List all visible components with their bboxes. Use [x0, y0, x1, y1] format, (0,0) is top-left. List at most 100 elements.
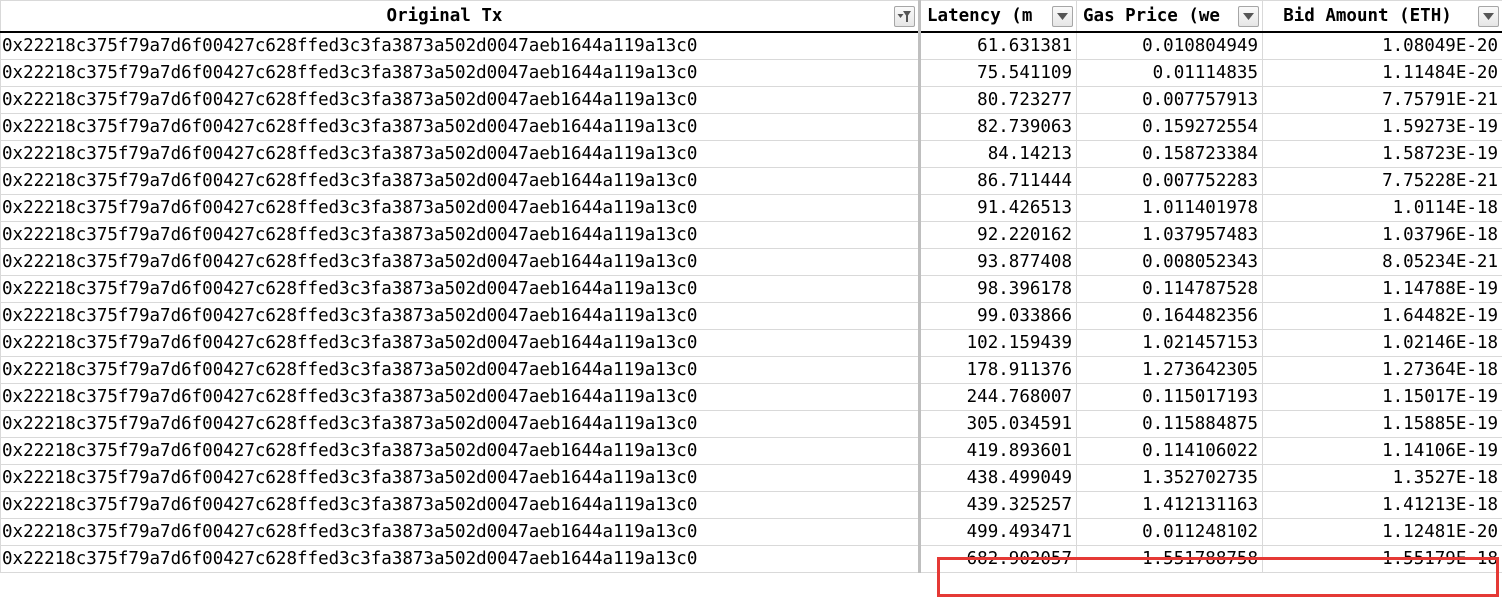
table-row[interactable]: 0x22218c375f79a7d6f00427c628ffed3c3fa387… [1, 168, 1502, 195]
cell-latency[interactable]: 178.911376 [920, 357, 1077, 384]
table-row[interactable]: 0x22218c375f79a7d6f00427c628ffed3c3fa387… [1, 519, 1502, 546]
cell-latency[interactable]: 61.631381 [920, 32, 1077, 60]
cell-latency[interactable]: 99.033866 [920, 303, 1077, 330]
cell-bid-amount[interactable]: 1.27364E-18 [1263, 357, 1502, 384]
column-header-gas-price[interactable]: Gas Price (we [1077, 1, 1263, 33]
cell-bid-amount[interactable]: 1.0114E-18 [1263, 195, 1502, 222]
cell-original-tx[interactable]: 0x22218c375f79a7d6f00427c628ffed3c3fa387… [1, 384, 920, 411]
cell-bid-amount[interactable]: 1.41213E-18 [1263, 492, 1502, 519]
column-header-original-tx[interactable]: Original Tx [1, 1, 920, 33]
table-row[interactable]: 0x22218c375f79a7d6f00427c628ffed3c3fa387… [1, 465, 1502, 492]
table-row[interactable]: 0x22218c375f79a7d6f00427c628ffed3c3fa387… [1, 87, 1502, 114]
cell-bid-amount[interactable]: 1.3527E-18 [1263, 465, 1502, 492]
cell-bid-amount[interactable]: 1.14106E-19 [1263, 438, 1502, 465]
cell-latency[interactable]: 305.034591 [920, 411, 1077, 438]
cell-original-tx[interactable]: 0x22218c375f79a7d6f00427c628ffed3c3fa387… [1, 141, 920, 168]
cell-original-tx[interactable]: 0x22218c375f79a7d6f00427c628ffed3c3fa387… [1, 249, 920, 276]
table-row[interactable]: 0x22218c375f79a7d6f00427c628ffed3c3fa387… [1, 60, 1502, 87]
cell-latency[interactable]: 499.493471 [920, 519, 1077, 546]
table-row[interactable]: 0x22218c375f79a7d6f00427c628ffed3c3fa387… [1, 195, 1502, 222]
cell-bid-amount[interactable]: 1.15885E-19 [1263, 411, 1502, 438]
dropdown-arrow-icon[interactable] [1052, 6, 1073, 27]
table-row[interactable]: 0x22218c375f79a7d6f00427c628ffed3c3fa387… [1, 276, 1502, 303]
cell-latency[interactable]: 93.877408 [920, 249, 1077, 276]
cell-gas-price[interactable]: 1.011401978 [1077, 195, 1263, 222]
cell-bid-amount[interactable]: 1.15017E-19 [1263, 384, 1502, 411]
cell-gas-price[interactable]: 0.01114835 [1077, 60, 1263, 87]
cell-gas-price[interactable]: 0.114106022 [1077, 438, 1263, 465]
cell-gas-price[interactable]: 0.158723384 [1077, 141, 1263, 168]
cell-bid-amount[interactable]: 1.64482E-19 [1263, 303, 1502, 330]
table-row[interactable]: 0x22218c375f79a7d6f00427c628ffed3c3fa387… [1, 492, 1502, 519]
cell-gas-price[interactable]: 1.352702735 [1077, 465, 1263, 492]
cell-gas-price[interactable]: 0.159272554 [1077, 114, 1263, 141]
cell-latency[interactable]: 439.325257 [920, 492, 1077, 519]
table-row[interactable]: 0x22218c375f79a7d6f00427c628ffed3c3fa387… [1, 546, 1502, 573]
column-header-latency[interactable]: Latency (m [920, 1, 1077, 33]
cell-original-tx[interactable]: 0x22218c375f79a7d6f00427c628ffed3c3fa387… [1, 411, 920, 438]
cell-original-tx[interactable]: 0x22218c375f79a7d6f00427c628ffed3c3fa387… [1, 32, 920, 60]
cell-bid-amount[interactable]: 1.59273E-19 [1263, 114, 1502, 141]
cell-bid-amount[interactable]: 1.08049E-20 [1263, 32, 1502, 60]
cell-original-tx[interactable]: 0x22218c375f79a7d6f00427c628ffed3c3fa387… [1, 438, 920, 465]
cell-bid-amount[interactable]: 1.03796E-18 [1263, 222, 1502, 249]
cell-latency[interactable]: 92.220162 [920, 222, 1077, 249]
cell-gas-price[interactable]: 0.164482356 [1077, 303, 1263, 330]
cell-original-tx[interactable]: 0x22218c375f79a7d6f00427c628ffed3c3fa387… [1, 195, 920, 222]
cell-gas-price[interactable]: 0.114787528 [1077, 276, 1263, 303]
cell-gas-price[interactable]: 0.007757913 [1077, 87, 1263, 114]
cell-original-tx[interactable]: 0x22218c375f79a7d6f00427c628ffed3c3fa387… [1, 87, 920, 114]
cell-latency[interactable]: 84.14213 [920, 141, 1077, 168]
cell-bid-amount[interactable]: 1.02146E-18 [1263, 330, 1502, 357]
cell-latency[interactable]: 102.159439 [920, 330, 1077, 357]
cell-original-tx[interactable]: 0x22218c375f79a7d6f00427c628ffed3c3fa387… [1, 492, 920, 519]
dropdown-arrow-icon[interactable] [1478, 6, 1499, 27]
cell-latency[interactable]: 244.768007 [920, 384, 1077, 411]
dropdown-arrow-icon[interactable] [1238, 6, 1259, 27]
cell-original-tx[interactable]: 0x22218c375f79a7d6f00427c628ffed3c3fa387… [1, 276, 920, 303]
cell-bid-amount[interactable]: 8.05234E-21 [1263, 249, 1502, 276]
cell-original-tx[interactable]: 0x22218c375f79a7d6f00427c628ffed3c3fa387… [1, 303, 920, 330]
cell-original-tx[interactable]: 0x22218c375f79a7d6f00427c628ffed3c3fa387… [1, 357, 920, 384]
cell-latency[interactable]: 98.396178 [920, 276, 1077, 303]
cell-latency[interactable]: 75.541109 [920, 60, 1077, 87]
cell-bid-amount[interactable]: 1.55179E-18 [1263, 546, 1502, 573]
cell-bid-amount[interactable]: 1.58723E-19 [1263, 141, 1502, 168]
table-row[interactable]: 0x22218c375f79a7d6f00427c628ffed3c3fa387… [1, 411, 1502, 438]
table-row[interactable]: 0x22218c375f79a7d6f00427c628ffed3c3fa387… [1, 438, 1502, 465]
cell-bid-amount[interactable]: 1.11484E-20 [1263, 60, 1502, 87]
cell-original-tx[interactable]: 0x22218c375f79a7d6f00427c628ffed3c3fa387… [1, 546, 920, 573]
cell-latency[interactable]: 82.739063 [920, 114, 1077, 141]
cell-gas-price[interactable]: 0.115884875 [1077, 411, 1263, 438]
cell-latency[interactable]: 80.723277 [920, 87, 1077, 114]
cell-latency[interactable]: 86.711444 [920, 168, 1077, 195]
cell-original-tx[interactable]: 0x22218c375f79a7d6f00427c628ffed3c3fa387… [1, 465, 920, 492]
cell-original-tx[interactable]: 0x22218c375f79a7d6f00427c628ffed3c3fa387… [1, 222, 920, 249]
cell-original-tx[interactable]: 0x22218c375f79a7d6f00427c628ffed3c3fa387… [1, 114, 920, 141]
cell-gas-price[interactable]: 0.011248102 [1077, 519, 1263, 546]
table-row[interactable]: 0x22218c375f79a7d6f00427c628ffed3c3fa387… [1, 303, 1502, 330]
cell-gas-price[interactable]: 1.037957483 [1077, 222, 1263, 249]
cell-latency[interactable]: 682.902057 [920, 546, 1077, 573]
cell-latency[interactable]: 438.499049 [920, 465, 1077, 492]
cell-gas-price[interactable]: 1.412131163 [1077, 492, 1263, 519]
table-row[interactable]: 0x22218c375f79a7d6f00427c628ffed3c3fa387… [1, 384, 1502, 411]
table-row[interactable]: 0x22218c375f79a7d6f00427c628ffed3c3fa387… [1, 330, 1502, 357]
cell-gas-price[interactable]: 0.008052343 [1077, 249, 1263, 276]
cell-bid-amount[interactable]: 7.75228E-21 [1263, 168, 1502, 195]
column-header-bid-amount[interactable]: Bid Amount (ETH) [1263, 1, 1502, 33]
table-row[interactable]: 0x22218c375f79a7d6f00427c628ffed3c3fa387… [1, 32, 1502, 60]
cell-latency[interactable]: 419.893601 [920, 438, 1077, 465]
table-row[interactable]: 0x22218c375f79a7d6f00427c628ffed3c3fa387… [1, 222, 1502, 249]
cell-bid-amount[interactable]: 7.75791E-21 [1263, 87, 1502, 114]
table-row[interactable]: 0x22218c375f79a7d6f00427c628ffed3c3fa387… [1, 249, 1502, 276]
cell-gas-price[interactable]: 0.010804949 [1077, 32, 1263, 60]
table-row[interactable]: 0x22218c375f79a7d6f00427c628ffed3c3fa387… [1, 114, 1502, 141]
cell-bid-amount[interactable]: 1.12481E-20 [1263, 519, 1502, 546]
cell-latency[interactable]: 91.426513 [920, 195, 1077, 222]
cell-original-tx[interactable]: 0x22218c375f79a7d6f00427c628ffed3c3fa387… [1, 330, 920, 357]
table-row[interactable]: 0x22218c375f79a7d6f00427c628ffed3c3fa387… [1, 357, 1502, 384]
cell-original-tx[interactable]: 0x22218c375f79a7d6f00427c628ffed3c3fa387… [1, 168, 920, 195]
cell-original-tx[interactable]: 0x22218c375f79a7d6f00427c628ffed3c3fa387… [1, 519, 920, 546]
filter-active-icon[interactable] [894, 6, 915, 27]
